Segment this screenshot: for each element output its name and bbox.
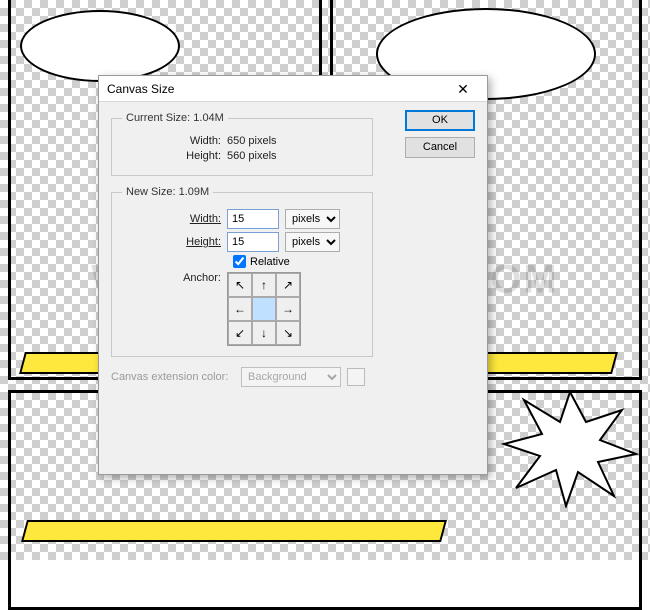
anchor-grid: ↖ ↑ ↗ ← → ↙ ↓ ↘ [227, 272, 301, 346]
new-width-label: Width: [122, 213, 227, 225]
speech-bubble [20, 10, 180, 82]
new-width-unit-select[interactable]: pixels [285, 209, 340, 229]
anchor-w[interactable]: ← [228, 297, 252, 321]
current-size-group: Current Size: 1.04M Width: 650 pixels He… [111, 112, 373, 176]
anchor-sw[interactable]: ↙ [228, 321, 252, 345]
new-size-group: New Size: 1.09M Width: pixels Height: pi… [111, 186, 373, 357]
new-height-label: Height: [122, 236, 227, 248]
current-size-value: 1.04M [193, 112, 224, 124]
anchor-nw[interactable]: ↖ [228, 273, 252, 297]
anchor-ne[interactable]: ↗ [276, 273, 300, 297]
cancel-button[interactable]: Cancel [405, 137, 475, 158]
close-button[interactable]: ✕ [443, 78, 483, 100]
extension-color-label: Canvas extension color: [111, 371, 241, 383]
anchor-label: Anchor: [122, 272, 227, 284]
burst-bubble [500, 388, 640, 508]
current-height-label: Height: [122, 150, 227, 162]
anchor-e[interactable]: → [276, 297, 300, 321]
new-height-unit-select[interactable]: pixels [285, 232, 340, 252]
new-width-input[interactable] [227, 209, 279, 229]
anchor-n[interactable]: ↑ [252, 273, 276, 297]
anchor-center[interactable] [252, 297, 276, 321]
anchor-s[interactable]: ↓ [252, 321, 276, 345]
close-icon: ✕ [457, 82, 469, 96]
extension-color-swatch [347, 368, 365, 386]
new-size-legend: New Size: [126, 186, 176, 198]
titlebar[interactable]: Canvas Size ✕ [99, 76, 487, 102]
ok-button[interactable]: OK [405, 110, 475, 131]
relative-checkbox[interactable] [233, 255, 246, 268]
canvas-size-dialog: Canvas Size ✕ OK Cancel Current Size: 1.… [98, 75, 488, 475]
extension-color-select: Background [241, 367, 341, 387]
current-height-value: 560 pixels [227, 150, 277, 162]
current-size-legend: Current Size: [126, 112, 190, 124]
current-width-value: 650 pixels [227, 135, 277, 147]
new-height-input[interactable] [227, 232, 279, 252]
dialog-title: Canvas Size [107, 82, 443, 96]
caption-box [21, 520, 447, 542]
relative-label: Relative [250, 256, 290, 268]
new-size-value: 1.09M [179, 186, 210, 198]
current-width-label: Width: [122, 135, 227, 147]
anchor-se[interactable]: ↘ [276, 321, 300, 345]
